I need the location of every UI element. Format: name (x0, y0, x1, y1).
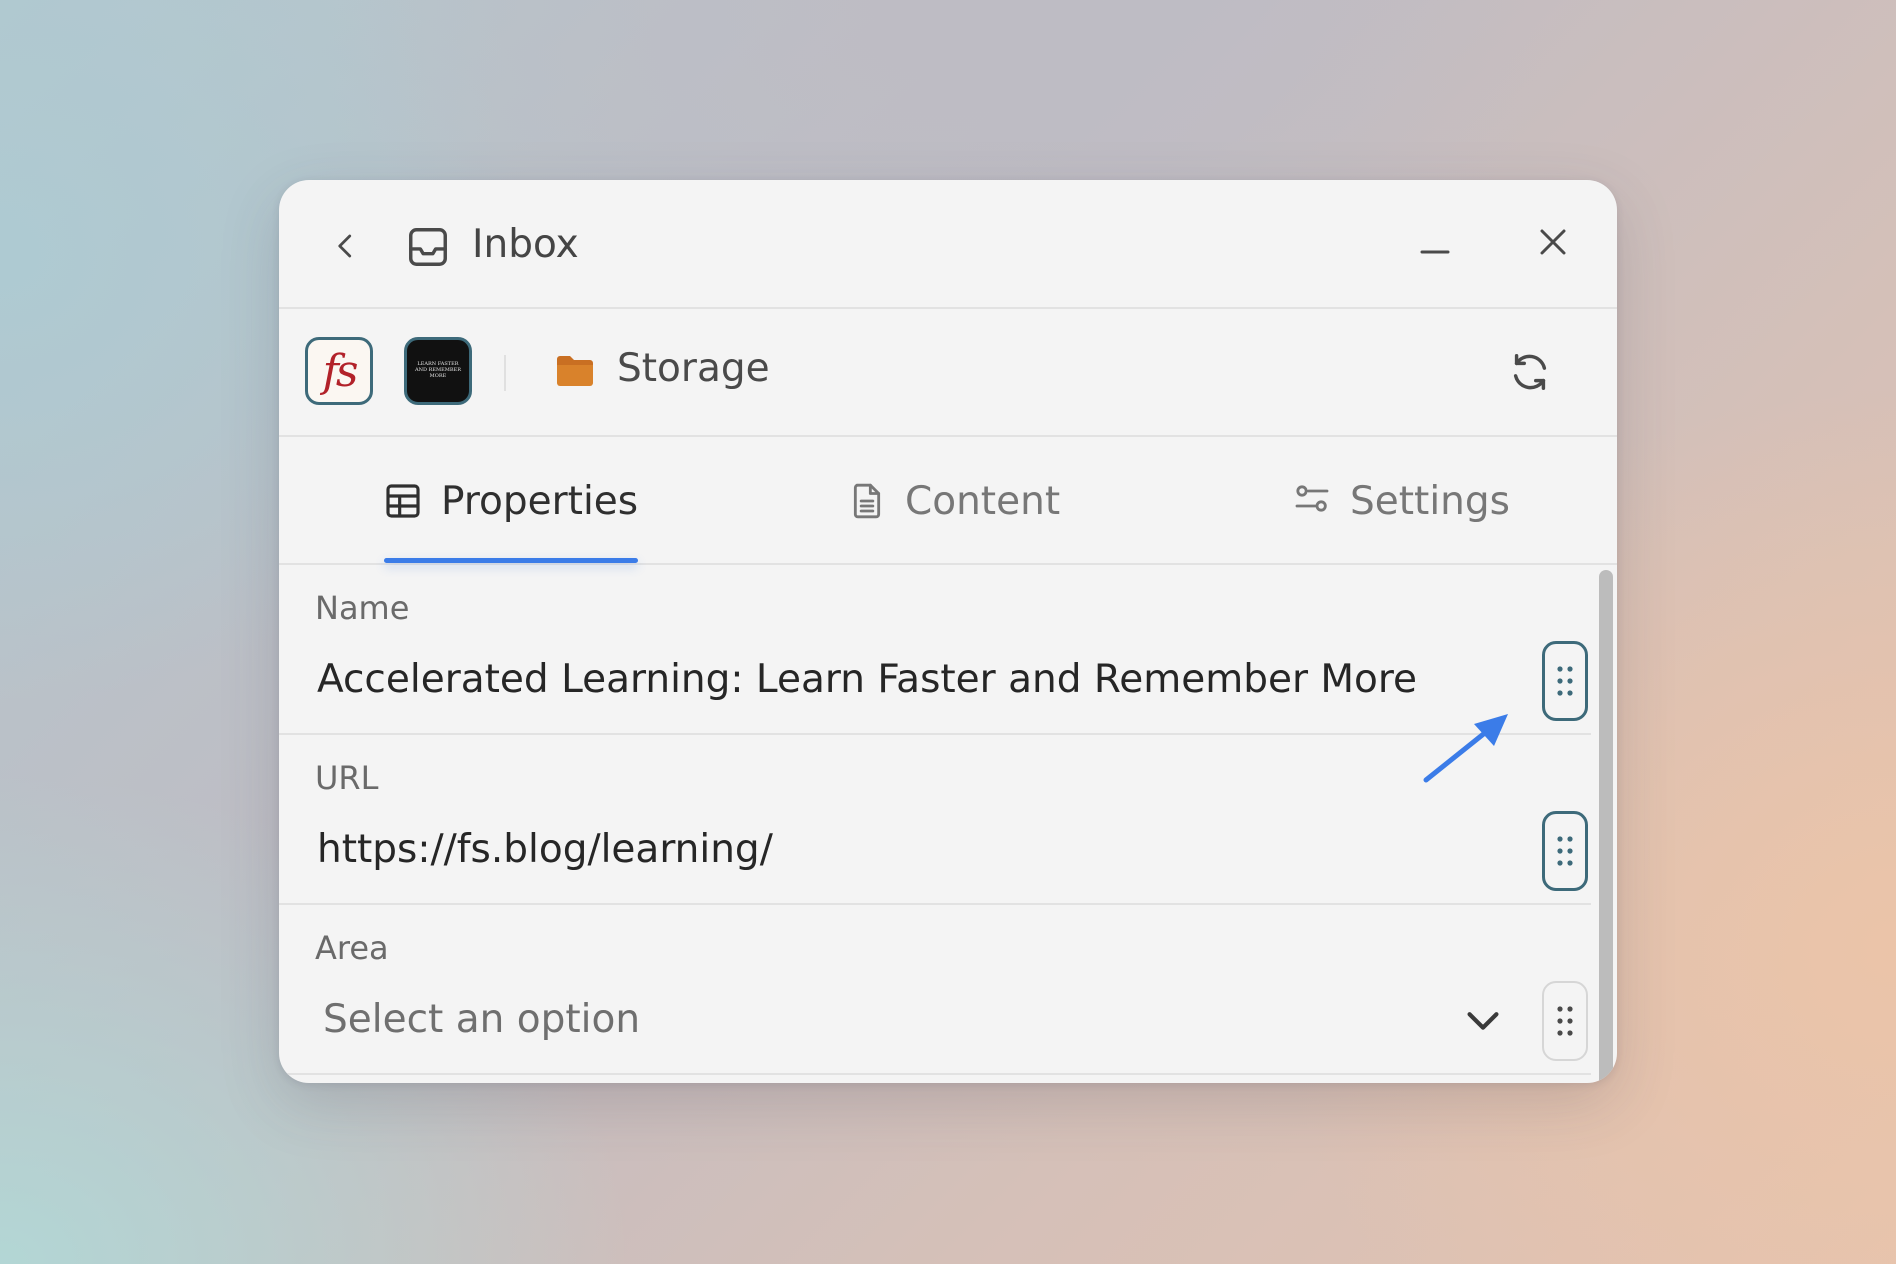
tab-bar: Properties Content Settings (279, 437, 1617, 565)
field-label: Name (315, 589, 410, 627)
inbox-tray-icon (409, 228, 447, 266)
area-select[interactable]: Select an option (323, 997, 640, 1044)
scrollbar[interactable] (1599, 570, 1613, 1083)
sliders-icon (1295, 485, 1329, 512)
minimize-icon[interactable] (1410, 218, 1460, 268)
name-field: Name Accelerated Learning: Learn Faster … (279, 565, 1591, 735)
folder-icon (557, 356, 593, 386)
name-input[interactable]: Accelerated Learning: Learn Faster and R… (317, 657, 1417, 704)
close-icon[interactable] (1528, 218, 1578, 268)
thumbnail-text: LEARN FASTER AND REMEMBER MORE (415, 361, 461, 379)
tab-settings[interactable]: Settings (1292, 471, 1510, 531)
tab-label: Settings (1350, 478, 1510, 524)
drag-dots-icon (1557, 1006, 1573, 1036)
area-field: Area Select an option (279, 905, 1591, 1075)
url-input[interactable]: https://fs.blog/learning/ (317, 827, 773, 874)
tab-content[interactable]: Content (847, 471, 1060, 531)
field-label: URL (315, 759, 379, 797)
properties-panel: Name Accelerated Learning: Learn Faster … (279, 565, 1591, 1083)
drag-handle[interactable] (1542, 811, 1588, 891)
chevron-left-icon (338, 234, 352, 258)
drag-dots-icon (1557, 836, 1573, 866)
chevron-down-icon[interactable] (1460, 997, 1506, 1043)
field-label: Area (315, 929, 389, 967)
tab-properties[interactable]: Properties (383, 471, 638, 531)
window-title: Inbox (472, 222, 579, 267)
drag-handle[interactable] (1542, 641, 1588, 721)
tab-label: Properties (441, 478, 639, 524)
site-logo[interactable]: fs (305, 337, 373, 405)
source-bar: fs LEARN FASTER AND REMEMBER MORE Storag… (279, 309, 1617, 437)
back-button[interactable] (324, 224, 368, 268)
arrow-annotation-icon (1423, 714, 1508, 783)
page-thumbnail[interactable]: LEARN FASTER AND REMEMBER MORE (404, 337, 472, 405)
clipper-window: Inbox fs LEARN FASTER AND REMEMBER MORE … (279, 180, 1617, 1083)
url-field: URL https://fs.blog/learning/ (279, 735, 1591, 905)
table-grid-icon (386, 484, 420, 518)
tab-label: Content (905, 478, 1061, 524)
title-bar: Inbox (279, 180, 1617, 309)
document-icon (853, 483, 881, 519)
active-tab-indicator (384, 558, 638, 563)
drag-dots-icon (1557, 666, 1573, 696)
refresh-icon[interactable] (1507, 349, 1553, 395)
divider (504, 355, 506, 391)
storage-location[interactable]: Storage (617, 344, 770, 395)
drag-handle[interactable] (1542, 981, 1588, 1061)
